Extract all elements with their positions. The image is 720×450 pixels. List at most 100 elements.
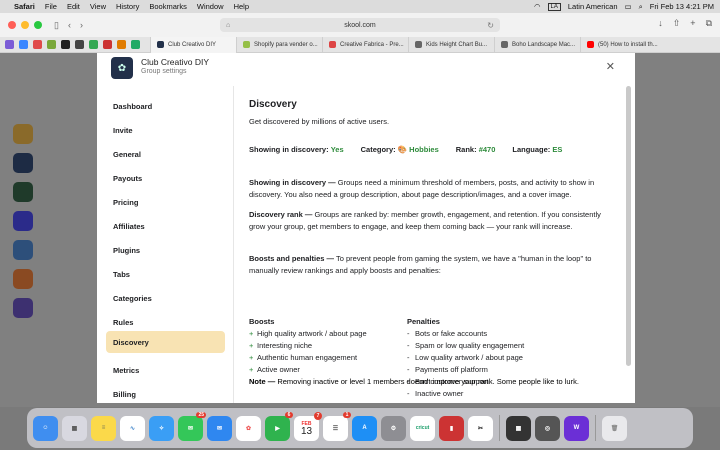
group-icon[interactable] <box>13 211 33 231</box>
calculator-icon[interactable]: ▦ <box>506 415 531 441</box>
group-icon[interactable] <box>13 153 33 173</box>
minimize-window-icon[interactable] <box>21 21 29 29</box>
menu-edit[interactable]: Edit <box>67 2 80 11</box>
menu-bookmarks[interactable]: Bookmarks <box>149 2 187 11</box>
reminders-badge: 1 <box>343 411 351 418</box>
favorite-icon[interactable] <box>103 40 112 49</box>
boosts-list: Boosts + High quality artwork / about pag… <box>249 316 367 376</box>
list-item: + High quality artwork / about page <box>249 329 367 338</box>
sidebar-item-general[interactable]: General <box>106 143 225 165</box>
new-tab-icon[interactable]: + <box>690 18 695 29</box>
tab-overview-icon[interactable]: ⧉ <box>706 18 712 29</box>
favorite-icon[interactable] <box>19 40 28 49</box>
discovery-stats: Showing in discovery: Yes Category: 🎨 Ho… <box>249 145 579 154</box>
messages-badge: 25 <box>196 411 206 418</box>
browser-toolbar: ▯ ‹ › ⌂ skool.com ↻ ↓ ⇧ + ⧉ <box>0 13 720 37</box>
forward-icon[interactable]: › <box>80 20 83 30</box>
menu-view[interactable]: View <box>90 2 106 11</box>
photos-icon[interactable]: ✿ <box>236 415 261 441</box>
download-icon[interactable]: ↓ <box>658 18 663 29</box>
browser-tab[interactable]: Creative Fabrica - Pre... <box>322 36 408 53</box>
browser-tab[interactable]: Kids Height Chart Bu... <box>408 36 494 53</box>
menu-history[interactable]: History <box>116 2 139 11</box>
favorite-icon[interactable] <box>47 40 56 49</box>
settings-sidebar: Dashboard Invite General Payouts Pricing… <box>97 86 234 403</box>
launchpad-icon[interactable]: ▦ <box>62 415 87 441</box>
back-icon[interactable]: ‹ <box>68 20 71 30</box>
penalties-title: Penalties <box>407 317 440 326</box>
close-icon[interactable]: ✕ <box>606 60 615 73</box>
address-bar[interactable]: ⌂ skool.com ↻ <box>220 18 500 32</box>
sidebar-item-payouts[interactable]: Payouts <box>106 167 225 189</box>
finder-icon[interactable]: ☺ <box>33 415 58 441</box>
sidebar-item-rules[interactable]: Rules <box>106 311 225 333</box>
sidebar-toggle-icon[interactable]: ▯ <box>54 20 59 31</box>
group-icon[interactable] <box>13 298 33 318</box>
share-icon[interactable]: ⇧ <box>673 18 681 29</box>
browser-tab[interactable]: Club Creativo DIY <box>150 36 236 53</box>
tab-bar: Club Creativo DIY Shopify para vender o.… <box>0 36 720 53</box>
app-icon[interactable]: ▮ <box>439 415 464 441</box>
app-store-icon[interactable]: A <box>352 415 377 441</box>
input-source-label: Latin American <box>567 2 618 11</box>
notes-icon[interactable]: ≡ <box>91 415 116 441</box>
favorite-icon[interactable] <box>61 40 70 49</box>
sidebar-item-pricing[interactable]: Pricing <box>106 191 225 213</box>
discovery-panel: Discovery Get discovered by millions of … <box>249 86 629 403</box>
input-source-badge[interactable]: LA <box>547 2 561 11</box>
menu-help[interactable]: Help <box>234 2 249 11</box>
sidebar-item-discovery[interactable]: Discovery <box>106 331 225 353</box>
mail-icon[interactable]: ✉ <box>207 415 232 441</box>
menu-file[interactable]: File <box>45 2 57 11</box>
freeform-icon[interactable]: ∿ <box>120 415 145 441</box>
dock-separator <box>595 415 596 441</box>
favorite-icon[interactable] <box>89 40 98 49</box>
favorite-icon[interactable] <box>5 40 14 49</box>
favorite-icon[interactable] <box>117 40 126 49</box>
trash-icon[interactable]: 🗑 <box>602 415 627 441</box>
reminders-icon[interactable]: ☰ 1 <box>323 411 351 441</box>
browser-tab[interactable]: Boho Landscape Mac... <box>494 36 580 53</box>
system-settings-icon[interactable]: ⚙ <box>381 415 406 441</box>
wifi-icon[interactable]: ◠ <box>534 2 541 11</box>
list-item: - Bots or fake accounts <box>407 329 488 338</box>
sidebar-item-invite[interactable]: Invite <box>106 119 225 141</box>
menu-window[interactable]: Window <box>197 2 224 11</box>
group-icon[interactable] <box>13 182 33 202</box>
messages-icon[interactable]: ✉ 25 <box>178 411 206 441</box>
favorite-icon[interactable] <box>131 40 140 49</box>
sidebar-item-dashboard[interactable]: Dashboard <box>106 95 225 117</box>
favorite-icon[interactable] <box>33 40 42 49</box>
clock[interactable]: Fri Feb 13 4:21 PM <box>650 2 714 11</box>
list-item: + Interesting niche <box>249 341 313 350</box>
sidebar-item-affiliates[interactable]: Affiliates <box>106 215 225 237</box>
group-name: Club Creativo DIY <box>141 57 210 67</box>
scrollbar[interactable] <box>626 86 631 366</box>
sidebar-item-categories[interactable]: Categories <box>106 287 225 309</box>
zoom-window-icon[interactable] <box>34 21 42 29</box>
page-title: Discovery <box>249 99 297 110</box>
group-icon[interactable] <box>13 124 33 144</box>
calendar-icon[interactable]: FEB 13 7 <box>294 411 322 441</box>
browser-tab[interactable]: (50) How to install th... <box>580 36 666 53</box>
app-icon[interactable]: W <box>564 415 589 441</box>
capcut-icon[interactable]: ✂ <box>468 415 493 441</box>
favorite-icon[interactable] <box>75 40 84 49</box>
group-icon[interactable] <box>13 240 33 260</box>
sidebar-item-plugins[interactable]: Plugins <box>106 239 225 261</box>
close-window-icon[interactable] <box>8 21 16 29</box>
cricut-icon[interactable]: cricut <box>410 415 435 441</box>
battery-icon[interactable]: ▭ <box>625 2 632 11</box>
list-item: - Inactive owner <box>407 389 464 398</box>
quicktime-icon[interactable]: ◎ <box>535 415 560 441</box>
sidebar-item-billing[interactable]: Billing <box>106 383 225 403</box>
browser-tab[interactable]: Shopify para vender o... <box>236 36 322 53</box>
sidebar-item-tabs[interactable]: Tabs <box>106 263 225 285</box>
group-icon[interactable] <box>13 269 33 289</box>
reload-icon[interactable]: ↻ <box>487 21 494 30</box>
safari-icon[interactable]: ✧ <box>149 415 174 441</box>
facetime-icon[interactable]: ▶ 6 <box>265 411 293 441</box>
search-icon[interactable]: ⌕ <box>639 2 643 12</box>
menu-app-name[interactable]: Safari <box>14 2 35 11</box>
sidebar-item-metrics[interactable]: Metrics <box>106 359 225 381</box>
